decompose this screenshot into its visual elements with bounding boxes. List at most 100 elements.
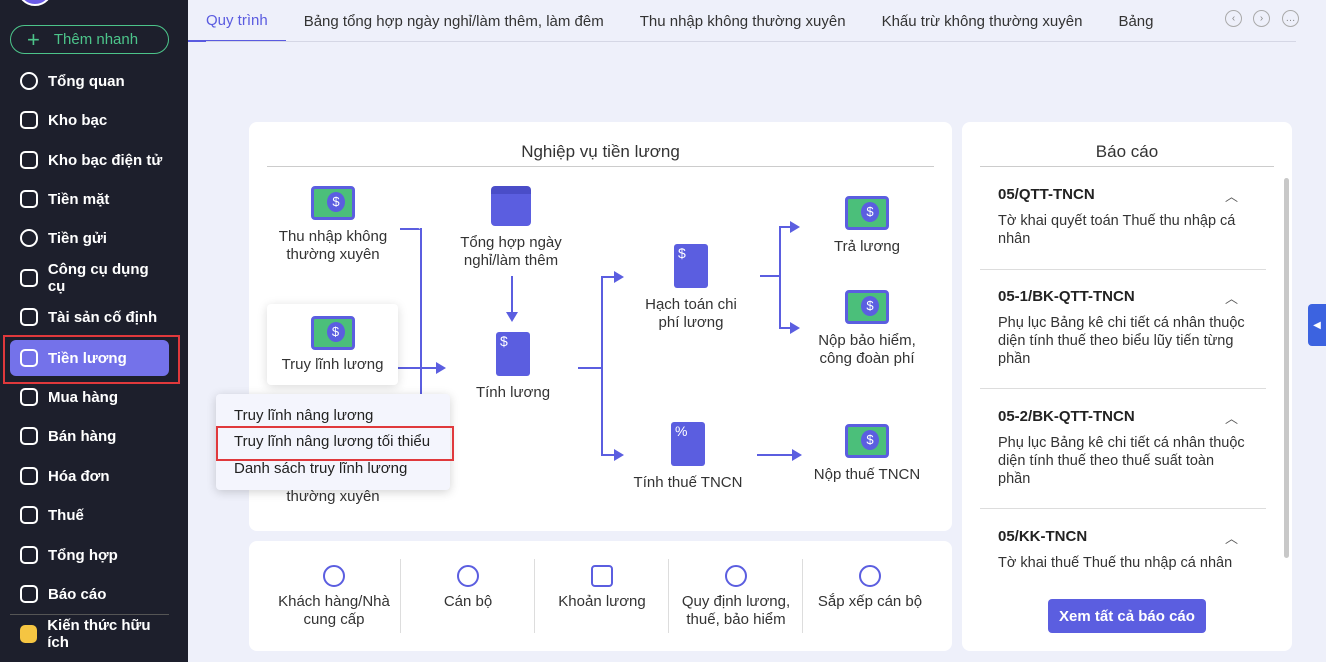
label: Hóa đơn [48,467,110,485]
user-add-icon [457,565,479,587]
shortcut-sap-xep[interactable]: Sắp xếp cán bộ [803,541,937,635]
arrow-icon [506,312,518,328]
label: Tiền gửi [48,229,107,247]
label: Tiền mặt [48,190,110,208]
tab-bar: Quy trình Bảng tổng hợp ngày nghỉ/làm th… [188,0,1326,42]
label: Tài sản cố định [48,308,158,326]
report-desc: Phụ lục Bảng kê chi tiết cá nhân thuộc d… [998,435,1245,487]
arrow-icon [792,449,808,461]
sidebar-item-tong-hop[interactable]: Tổng hợp [10,537,169,573]
shortcut-can-bo[interactable]: Cán bộ [401,541,535,635]
label: Trả lương [833,238,900,255]
report-desc: Phụ lục Bảng kê chi tiết cá nhân thuộc d… [998,315,1245,367]
label: Cán bộ [443,593,493,610]
tab-divider [206,41,1296,42]
tab-thu-nhap[interactable]: Thu nhập không thường xuyên [622,0,864,42]
connector [511,276,513,314]
label: Sắp xếp cán bộ [817,593,923,610]
sidebar-item-mua-hang[interactable]: Mua hàng [10,379,169,415]
node-truy-linh[interactable]: Truy lĩnh lương [267,304,398,385]
collapse-panel-icon[interactable]: ◀ [1308,304,1326,346]
sidebar-item-tien-gui[interactable]: Tiền gửi [10,220,169,256]
shortcut-khach-hang[interactable]: Khách hàng/Nhà cung cấp [267,541,401,635]
shortcut-quy-dinh[interactable]: Quy định lương, thuế, bảo hiểm [669,541,803,635]
sidebar-item-kho-bac[interactable]: Kho bạc [10,102,169,138]
label: Thuế [48,506,84,524]
chevron-up-icon[interactable]: ︿ [1225,528,1238,547]
users-icon [323,565,345,587]
shortcuts-card: Khách hàng/Nhà cung cấp Cán bộ Khoản lươ… [249,541,952,651]
label: Khách hàng/Nhà cung cấp [278,593,390,628]
menu-item-danh-sach[interactable]: Danh sách truy lĩnh lương [234,460,407,477]
connector [601,276,603,456]
label: Khoản lương [558,593,646,610]
more-icon[interactable]: … [1282,10,1299,27]
node-hach-toan[interactable]: $ Hạch toán chi phí lương [636,244,746,332]
label: Tính thuế TNCN [633,474,743,491]
app-logo [17,0,53,6]
node-tong-hop[interactable]: Tổng hợp ngày nghỉ/làm thêm [455,186,567,270]
report-item[interactable]: 05-1/BK-QTT-TNCN ︿ Phụ lục Bảng kê chi tiế… [980,288,1266,389]
cash-icon [20,190,38,208]
sidebar-item-ban-hang[interactable]: Bán hàng [10,418,169,454]
sidebar-item-kien-thuc[interactable]: Kiến thức hữu ích [10,616,169,652]
label: Kho bạc điện tử [48,151,163,169]
invoice-icon [20,467,38,485]
node-tinh-luong[interactable]: $ Tính lương [465,332,561,402]
node-thu-nhap[interactable]: Thu nhập không thường xuyên [272,186,394,264]
report-item[interactable]: 05-2/BK-QTT-TNCN ︿ Phụ lục Bảng kê chi tiế… [980,408,1266,509]
tab-khau-tru[interactable]: Khấu trừ không thường xuyên [864,0,1101,42]
truy-linh-dropdown: Truy lĩnh nâng lương Truy lĩnh nâng lươn… [216,394,454,490]
menu-item-nang-luong[interactable]: Truy lĩnh nâng lương [234,407,373,424]
arrow-icon [790,322,806,334]
report-item[interactable]: 05/KK-TNCN ︿ Tờ khai thuế Thuế thu nhập cá… [980,528,1266,578]
tab-next-icon[interactable]: › [1253,10,1270,27]
tab-quy-trinh[interactable]: Quy trình [188,0,286,42]
quick-add-button[interactable]: + Thêm nhanh [10,25,169,54]
sidebar-item-tai-san[interactable]: Tài sản cố định [10,299,169,335]
connector [779,226,781,328]
arrow-icon [436,362,452,374]
money-icon [311,186,355,220]
sidebar-item-tong-quan[interactable]: Tổng quan [10,63,169,99]
sidebar-item-kho-bac-dien-tu[interactable]: Kho bạc điện tử [10,142,169,178]
report-icon [20,585,38,603]
highlight-box [3,335,180,384]
label: Tính lương [475,384,551,401]
sidebar-item-thue[interactable]: Thuế [10,497,169,533]
connector [760,275,780,277]
arrow-icon [614,449,630,461]
tab-bang[interactable]: Bảng [1100,0,1171,42]
label: Nộp bảo hiểm, công đoàn phí [818,332,916,367]
chevron-up-icon[interactable]: ︿ [1225,288,1238,307]
connector [398,367,438,369]
safe-icon [20,111,38,129]
report-desc: Tờ khai thuế Thuế thu nhập cá nhân [998,555,1233,571]
chevron-up-icon[interactable]: ︿ [1225,408,1238,427]
label: Tổng hợp ngày nghỉ/làm thêm [460,234,562,269]
shortcut-khoan-luong[interactable]: Khoản lương [535,541,669,635]
tab-prev-icon[interactable]: ‹ [1225,10,1242,27]
node-nop-thue[interactable]: Nộp thuế TNCN [806,424,928,484]
sidebar-item-cong-cu[interactable]: Công cụ dụng cụ [10,260,169,296]
node-nop-bao-hiem[interactable]: Nộp bảo hiểm, công đoàn phí [806,290,928,368]
chevron-up-icon[interactable]: ︿ [1225,186,1238,205]
label: Công cụ dụng cụ [47,261,149,295]
e-treasury-icon [20,151,38,169]
report-code: 05-2/BK-QTT-TNCN [998,408,1135,425]
label: Tổng hợp [48,546,118,564]
sidebar-item-tien-mat[interactable]: Tiền mặt [10,181,169,217]
node-tra-luong[interactable]: Trả lương [810,196,924,256]
sidebar-item-bao-cao[interactable]: Báo cáo [10,576,169,612]
title-divider [980,166,1274,167]
money-refresh-icon [310,316,355,350]
node-tinh-thue[interactable]: % Tính thuế TNCN [626,422,750,492]
percent-badge-icon [725,565,747,587]
tab-bang-tong-hop[interactable]: Bảng tổng hợp ngày nghỉ/làm thêm, làm đê… [286,0,622,42]
tax-doc-icon: % [671,422,705,466]
reports-scrollbar[interactable] [1284,178,1289,558]
label: Kho bạc [48,111,108,129]
view-all-reports-button[interactable]: Xem tất cả báo cáo [1048,599,1206,633]
sidebar-item-hoa-don[interactable]: Hóa đơn [10,458,169,494]
report-item[interactable]: 05/QTT-TNCN ︿ Tờ khai quyết toán Thuế thu … [980,186,1266,270]
